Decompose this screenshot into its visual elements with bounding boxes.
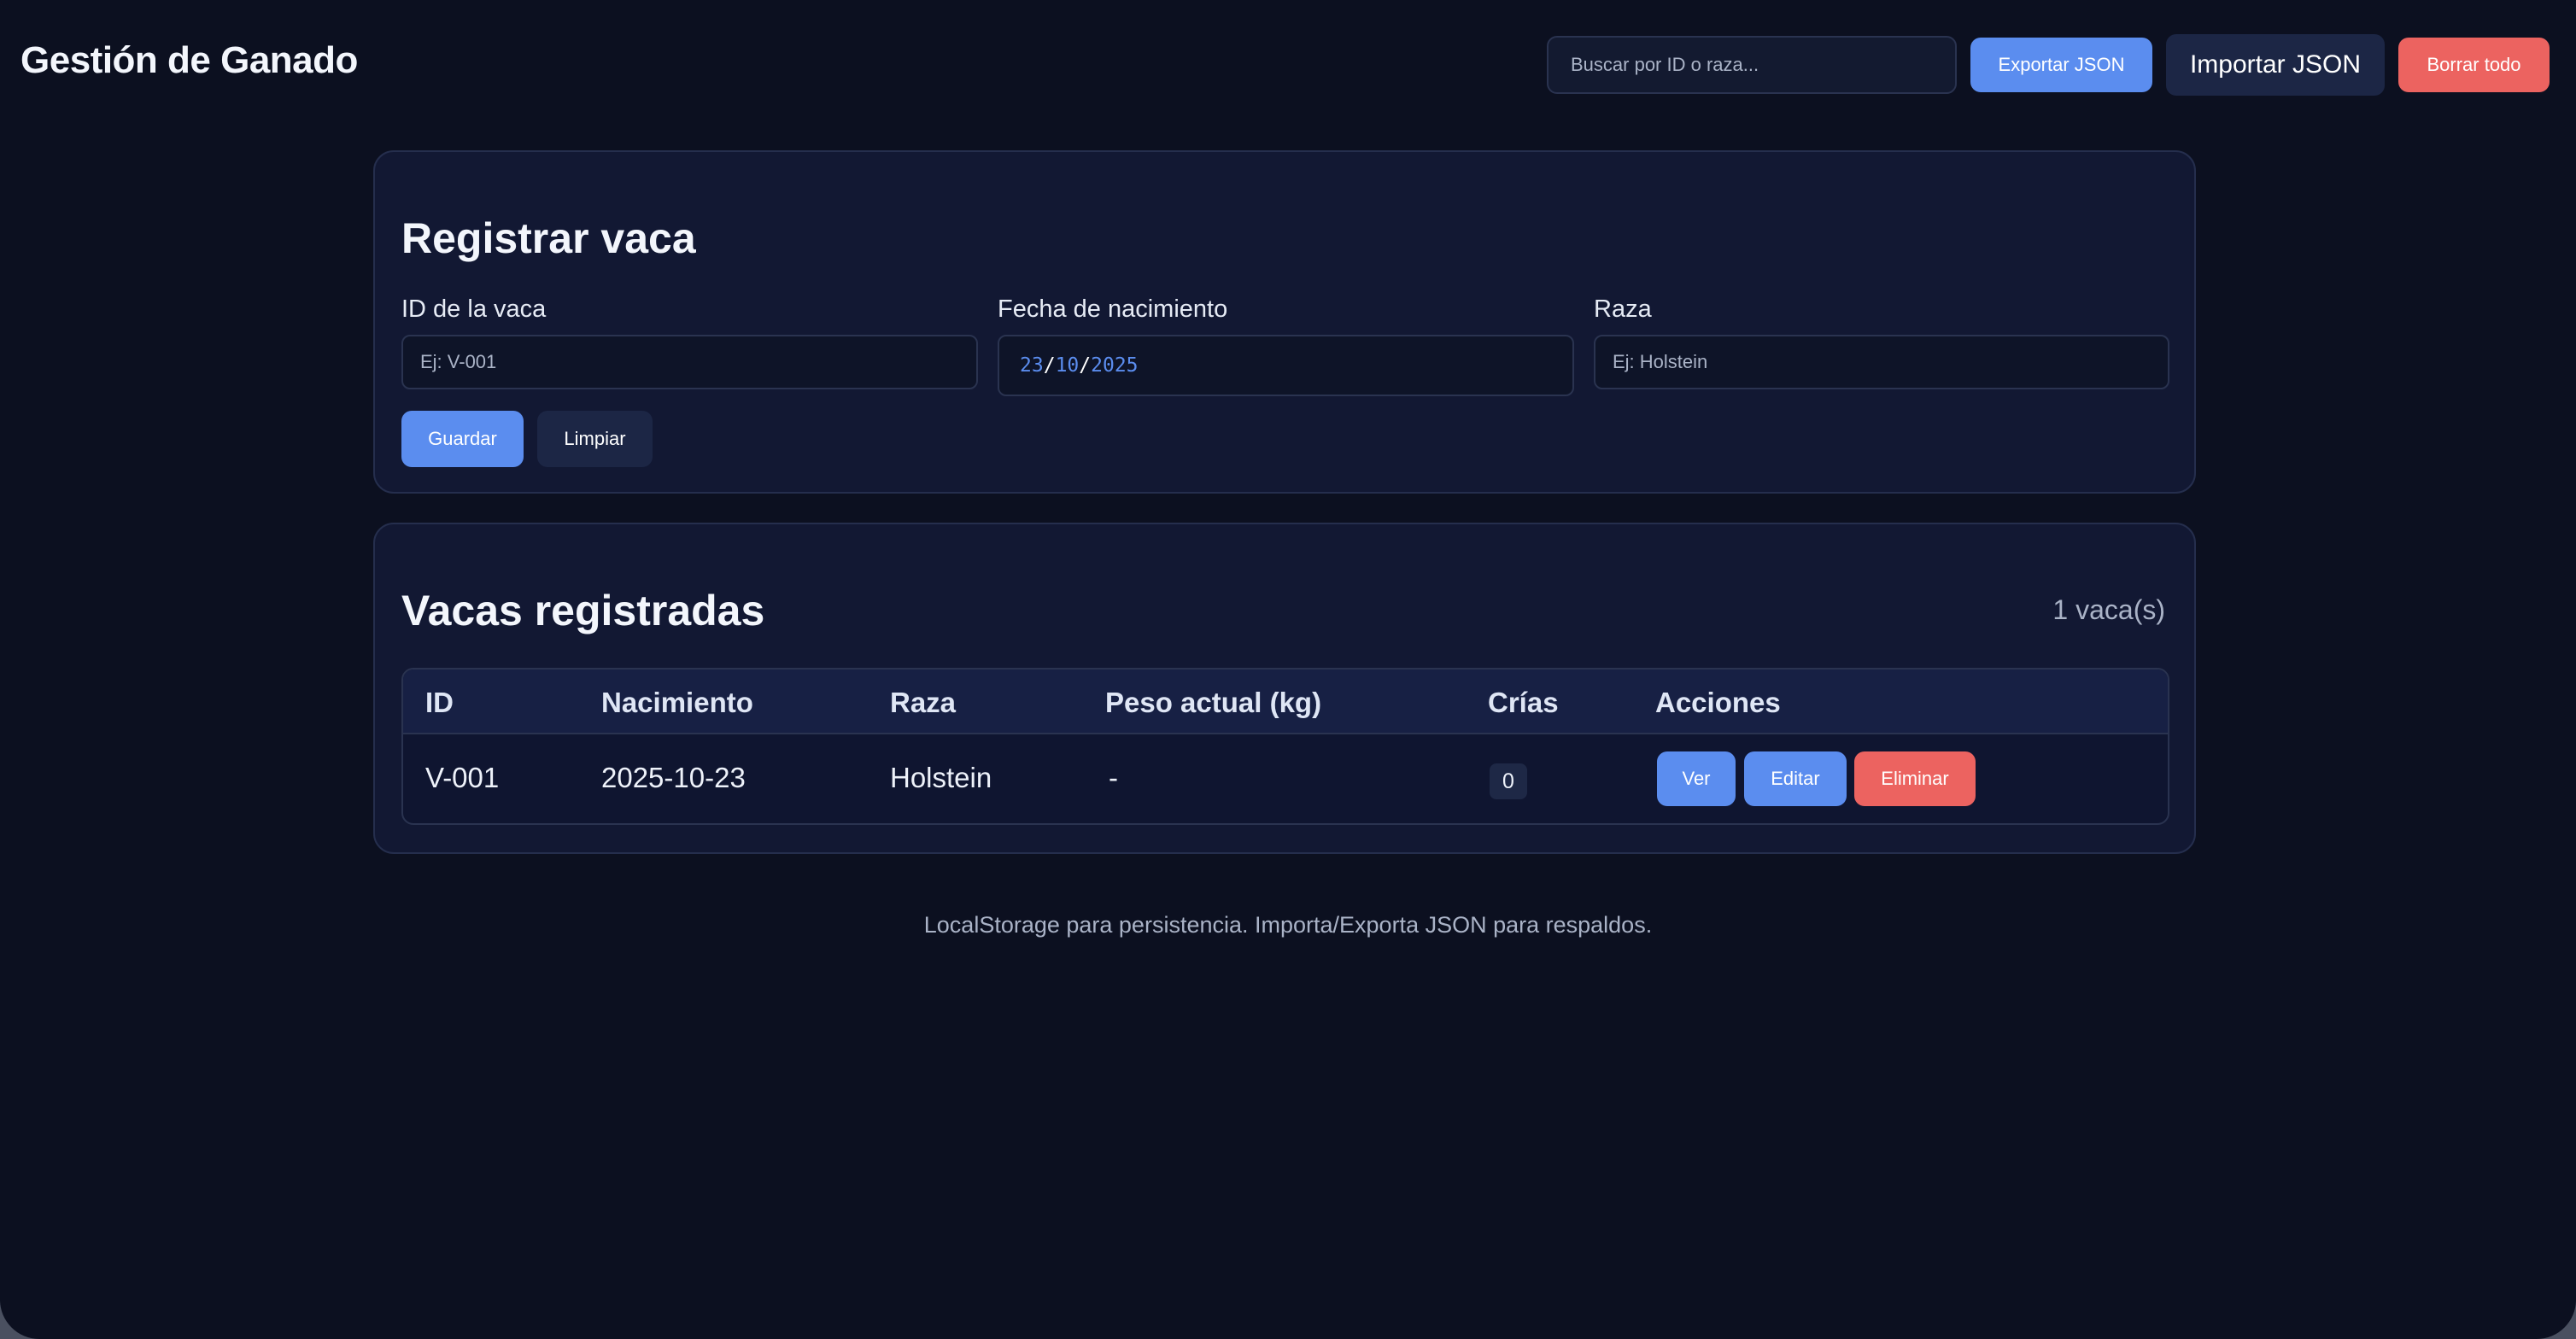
cell-id: V-001 [425,762,500,793]
app-header: Gestión de Ganado Exportar JSON Importar… [0,0,2576,128]
date-separator: / [1079,354,1092,377]
cell-breed: Holstein [890,762,992,793]
reset-button[interactable]: Limpiar [537,411,653,467]
column-header-calves: Crías [1488,687,1559,718]
column-header-actions: Acciones [1655,687,1781,718]
table-header: ID Nacimiento Raza Peso actual (kg) Cría… [403,670,2168,734]
view-button[interactable]: Ver [1657,751,1736,806]
cow-count: 1 vaca(s) [2052,594,2165,625]
column-header-weight: Peso actual (kg) [1105,687,1322,718]
calves-badge: 0 [1490,763,1527,799]
breed-label: Raza [1594,295,1652,323]
edit-button[interactable]: Editar [1744,751,1847,806]
birth-date-label: Fecha de nacimiento [998,295,1228,323]
column-header-breed: Raza [890,687,957,718]
cell-weight: - [1109,762,1118,793]
import-json-button[interactable]: Importar JSON [2166,34,2385,96]
register-cow-card: Registrar vaca ID de la vaca Fecha de na… [373,150,2196,494]
column-header-id: ID [425,687,454,718]
cow-id-label: ID de la vaca [401,295,547,323]
export-json-button[interactable]: Exportar JSON [1970,38,2152,92]
date-month[interactable]: 10 [1056,354,1080,377]
footer-note: LocalStorage para persistencia. Importa/… [923,912,1653,938]
breed-input[interactable] [1594,335,2169,389]
date-day[interactable]: 23 [1020,354,1044,377]
save-button[interactable]: Guardar [401,411,524,467]
cows-table: ID Nacimiento Raza Peso actual (kg) Cría… [401,668,2169,825]
column-header-birth: Nacimiento [601,687,753,718]
app-title: Gestión de Ganado [20,39,358,81]
register-title: Registrar vaca [401,214,696,262]
search-input[interactable] [1547,36,1957,94]
cow-id-input[interactable] [401,335,978,389]
list-title: Vacas registradas [401,587,765,634]
delete-button[interactable]: Eliminar [1854,751,1976,806]
app-window: Gestión de Ganado Exportar JSON Importar… [0,0,2576,1339]
date-year[interactable]: 2025 [1091,354,1138,377]
cows-list-card: Vacas registradas 1 vaca(s) ID Nacimient… [373,523,2196,854]
cell-birth: 2025-10-23 [601,762,746,793]
date-separator: / [1043,354,1056,377]
birth-date-input[interactable]: 23 / 10 / 2025 [998,335,1574,396]
clear-all-button[interactable]: Borrar todo [2398,38,2550,92]
